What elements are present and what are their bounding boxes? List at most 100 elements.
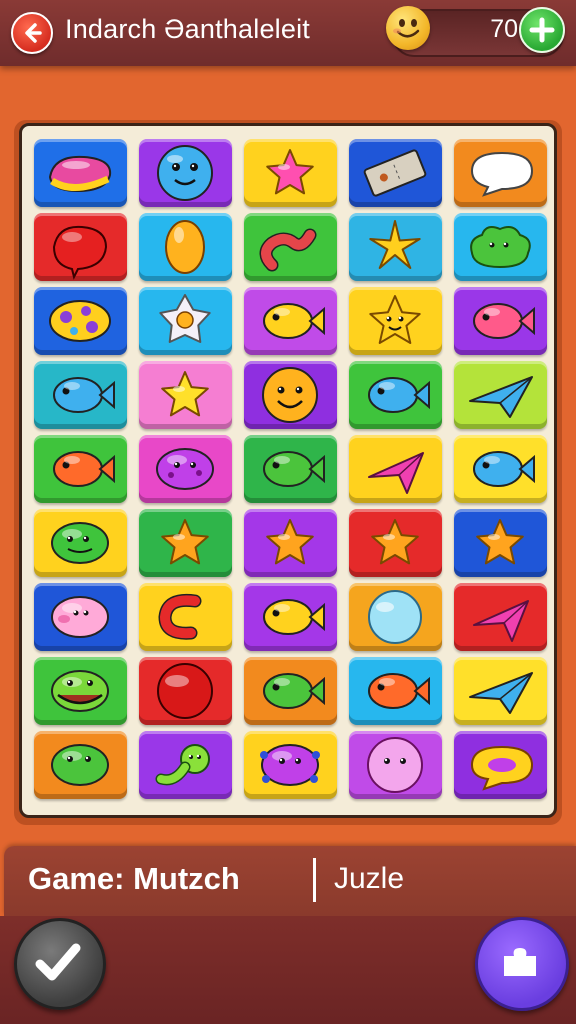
tile-green-tadpole[interactable] [139,731,232,799]
tile-pink-gem[interactable] [454,583,547,651]
back-button[interactable] [11,12,53,54]
smiling-star-icon [369,295,421,344]
tile-green-fish[interactable] [244,657,337,725]
star-icon [266,149,314,195]
back-arrow-icon [25,23,42,43]
bubble-icon [368,590,422,644]
info-bar: Game: Mutzch Juzle [4,846,576,916]
tile-purple-blob[interactable] [139,435,232,503]
red-ball-icon [157,663,213,719]
smile-bubble-icon [157,145,213,201]
tile-yellow-star[interactable] [139,361,232,429]
tile-frog[interactable] [34,657,127,725]
red-blob-icon [52,225,108,280]
top-bar: Indarch Əanthaleleit 70 [0,0,576,66]
yellow-star-icon [161,371,209,417]
tile-green-bush[interactable] [454,213,547,281]
blue-fish-icon [473,451,535,487]
tile-orange-star[interactable] [244,509,337,577]
tile-purple-virus[interactable] [244,731,337,799]
tile-red-ball[interactable] [139,657,232,725]
egg-icon [165,220,205,274]
tile-red-hook[interactable] [139,583,232,651]
tile-blue-fish[interactable] [454,435,547,503]
orange-star-icon [161,519,209,565]
paper-plane-icon [469,672,533,714]
green-fish-icon [263,451,325,487]
tile-yellow-fish[interactable] [244,583,337,651]
tile-pink-ghost[interactable] [349,731,442,799]
tile-orange-fish[interactable] [34,435,127,503]
orange-fish-icon [368,673,430,709]
tile-blue-fish[interactable] [34,361,127,429]
crystal-icon [159,294,211,343]
tile-spotted-egg[interactable] [34,287,127,355]
mode-label: Juzle [334,862,405,895]
pink-fish-icon [473,303,535,339]
tile-orange-star[interactable] [139,509,232,577]
tile-green-frog[interactable] [34,731,127,799]
orange-star-icon [476,519,524,565]
worm-icon [259,228,317,272]
tile-jellybean[interactable] [34,139,127,207]
page-title: Indarch Əanthaleleit [65,14,310,44]
add-coins-button[interactable] [519,7,565,53]
pink-gem-icon [368,452,424,494]
check-icon [35,943,81,981]
tile-crystal[interactable] [139,287,232,355]
game-board [19,123,557,818]
smiley-icon [262,367,318,423]
game-name-label: Game: Mutzch [28,861,240,896]
jellybean-icon [48,155,112,193]
tile-smiling-star[interactable] [349,287,442,355]
green-frog-icon [51,744,109,786]
purple-blob-icon [156,448,214,490]
speech-bubble-icon [470,151,534,197]
tile-paper-plane[interactable] [454,657,547,725]
tile-green-fish[interactable] [244,435,337,503]
pink-gem-icon [473,600,529,642]
frog-icon [51,670,109,712]
tile-star[interactable] [244,139,337,207]
plus-icon [529,17,555,43]
tile-donut-bubble[interactable] [454,731,547,799]
tile-speech-bubble[interactable] [454,139,547,207]
tile-green-jelly[interactable] [34,509,127,577]
ticket-icon [363,149,427,197]
tile-worm[interactable] [244,213,337,281]
orange-fish-icon [53,451,115,487]
tile-pig[interactable] [34,583,127,651]
tile-pink-fish[interactable] [454,287,547,355]
tile-smiley[interactable] [244,361,337,429]
puzzle-button[interactable] [475,917,569,1011]
divider [313,858,316,902]
blue-fish-icon [53,377,115,413]
pink-ghost-icon [367,737,423,793]
pig-icon [51,596,109,638]
check-button[interactable] [14,918,106,1010]
tile-blue-fish[interactable] [349,361,442,429]
tile-smile-bubble[interactable] [139,139,232,207]
red-hook-icon [158,593,202,640]
orange-star-icon [266,519,314,565]
tile-pink-gem[interactable] [349,435,442,503]
orange-star-icon [371,519,419,565]
tile-orange-star[interactable] [349,509,442,577]
tile-orange-fish[interactable] [349,657,442,725]
tile-gold-star[interactable] [349,213,442,281]
tile-paper-plane[interactable] [454,361,547,429]
puzzle-icon [504,948,536,976]
tile-yellow-fish[interactable] [244,287,337,355]
tile-red-blob[interactable] [34,213,127,281]
tile-orange-star[interactable] [454,509,547,577]
green-jelly-icon [51,522,109,564]
tile-bubble[interactable] [349,583,442,651]
yellow-fish-icon [263,303,325,339]
purple-virus-icon [260,744,320,786]
tile-egg[interactable] [139,213,232,281]
tile-ticket[interactable] [349,139,442,207]
paper-plane-icon [469,376,533,418]
coin-count: 70 [490,15,518,43]
blue-fish-icon [368,377,430,413]
smiley-coin-icon [386,6,430,50]
